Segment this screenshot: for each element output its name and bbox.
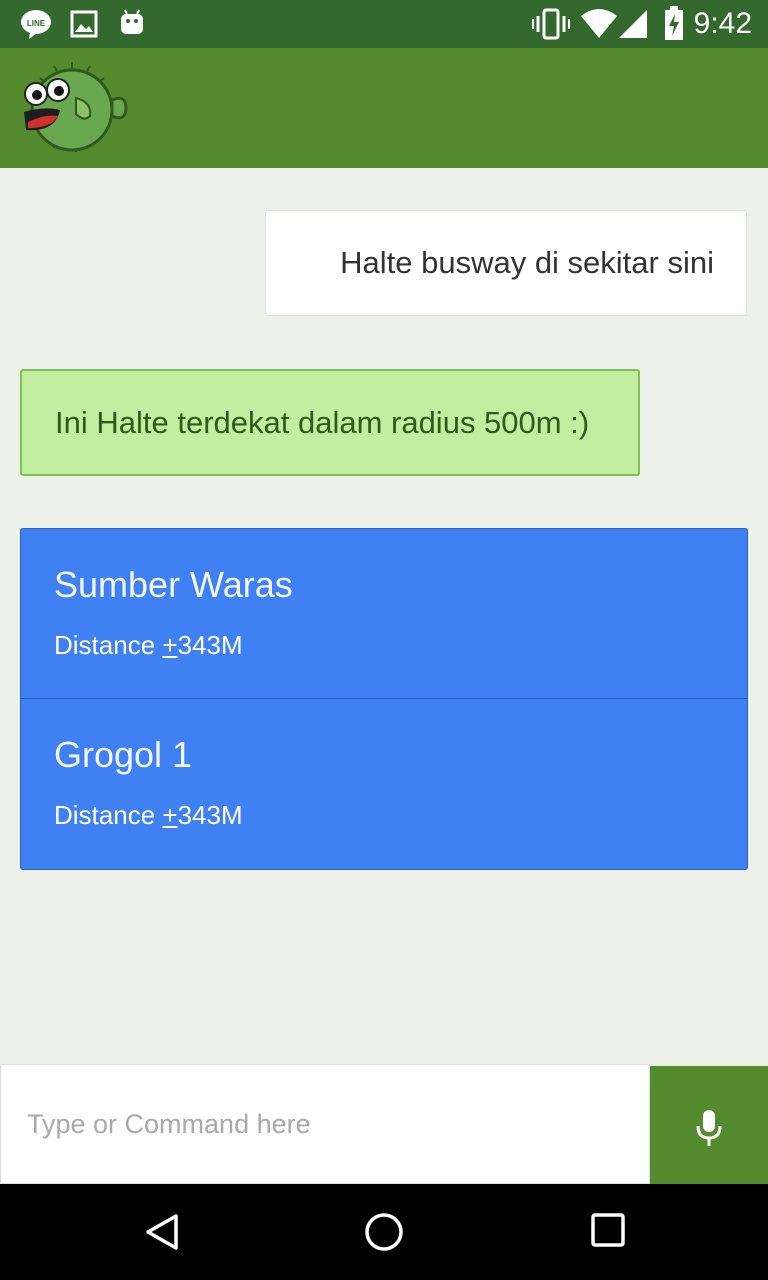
bus-stop-item[interactable]: Sumber Waras Distance +343M: [21, 529, 747, 699]
command-input[interactable]: [0, 1064, 650, 1184]
bot-message-text: Ini Halte terdekat dalam radius 500m :): [55, 405, 590, 440]
distance-sign: +: [162, 630, 178, 660]
distance-label: Distance: [54, 800, 163, 830]
bus-stop-distance: Distance +343M: [54, 629, 243, 661]
distance-value: 343M: [177, 800, 243, 830]
distance-label: Distance: [54, 630, 163, 660]
pufferfish-logo-icon[interactable]: [20, 58, 130, 158]
microphone-icon: [696, 1110, 722, 1146]
bus-stop-distance: Distance +343M: [54, 799, 243, 831]
user-message-bubble: Halte busway di sekitar sini: [265, 210, 747, 316]
status-bar: LINE 9:42: [0, 0, 768, 48]
recents-icon[interactable]: [590, 1212, 626, 1253]
distance-sign: +: [162, 800, 178, 830]
back-icon[interactable]: [142, 1212, 182, 1257]
input-bar: [0, 1064, 768, 1184]
bot-message-bubble: Ini Halte terdekat dalam radius 500m :): [20, 369, 640, 476]
app-bar: [0, 48, 768, 168]
bus-stop-name: Grogol 1: [54, 734, 193, 775]
wifi-icon: [580, 8, 618, 45]
bus-stop-item[interactable]: Grogol 1 Distance +343M: [21, 699, 747, 869]
bus-stop-list: Sumber Waras Distance +343M Grogol 1 Dis…: [20, 528, 748, 870]
system-nav-bar: [0, 1184, 768, 1280]
distance-value: 343M: [177, 630, 243, 660]
home-icon[interactable]: [364, 1212, 404, 1257]
signal-icon: [618, 8, 648, 45]
status-clock: 9:42: [693, 7, 752, 40]
android-icon: [118, 8, 146, 43]
user-message-text: Halte busway di sekitar sini: [340, 245, 714, 280]
image-icon: [70, 10, 98, 43]
bus-stop-name: Sumber Waras: [54, 564, 293, 605]
mic-button[interactable]: [650, 1066, 768, 1184]
battery-charging-icon: [664, 6, 684, 45]
svg-text:LINE: LINE: [27, 19, 46, 28]
vibrate-icon: [532, 8, 570, 45]
line-icon: LINE: [20, 8, 52, 45]
chat-area: Halte busway di sekitar sini Ini Halte t…: [0, 168, 768, 1064]
